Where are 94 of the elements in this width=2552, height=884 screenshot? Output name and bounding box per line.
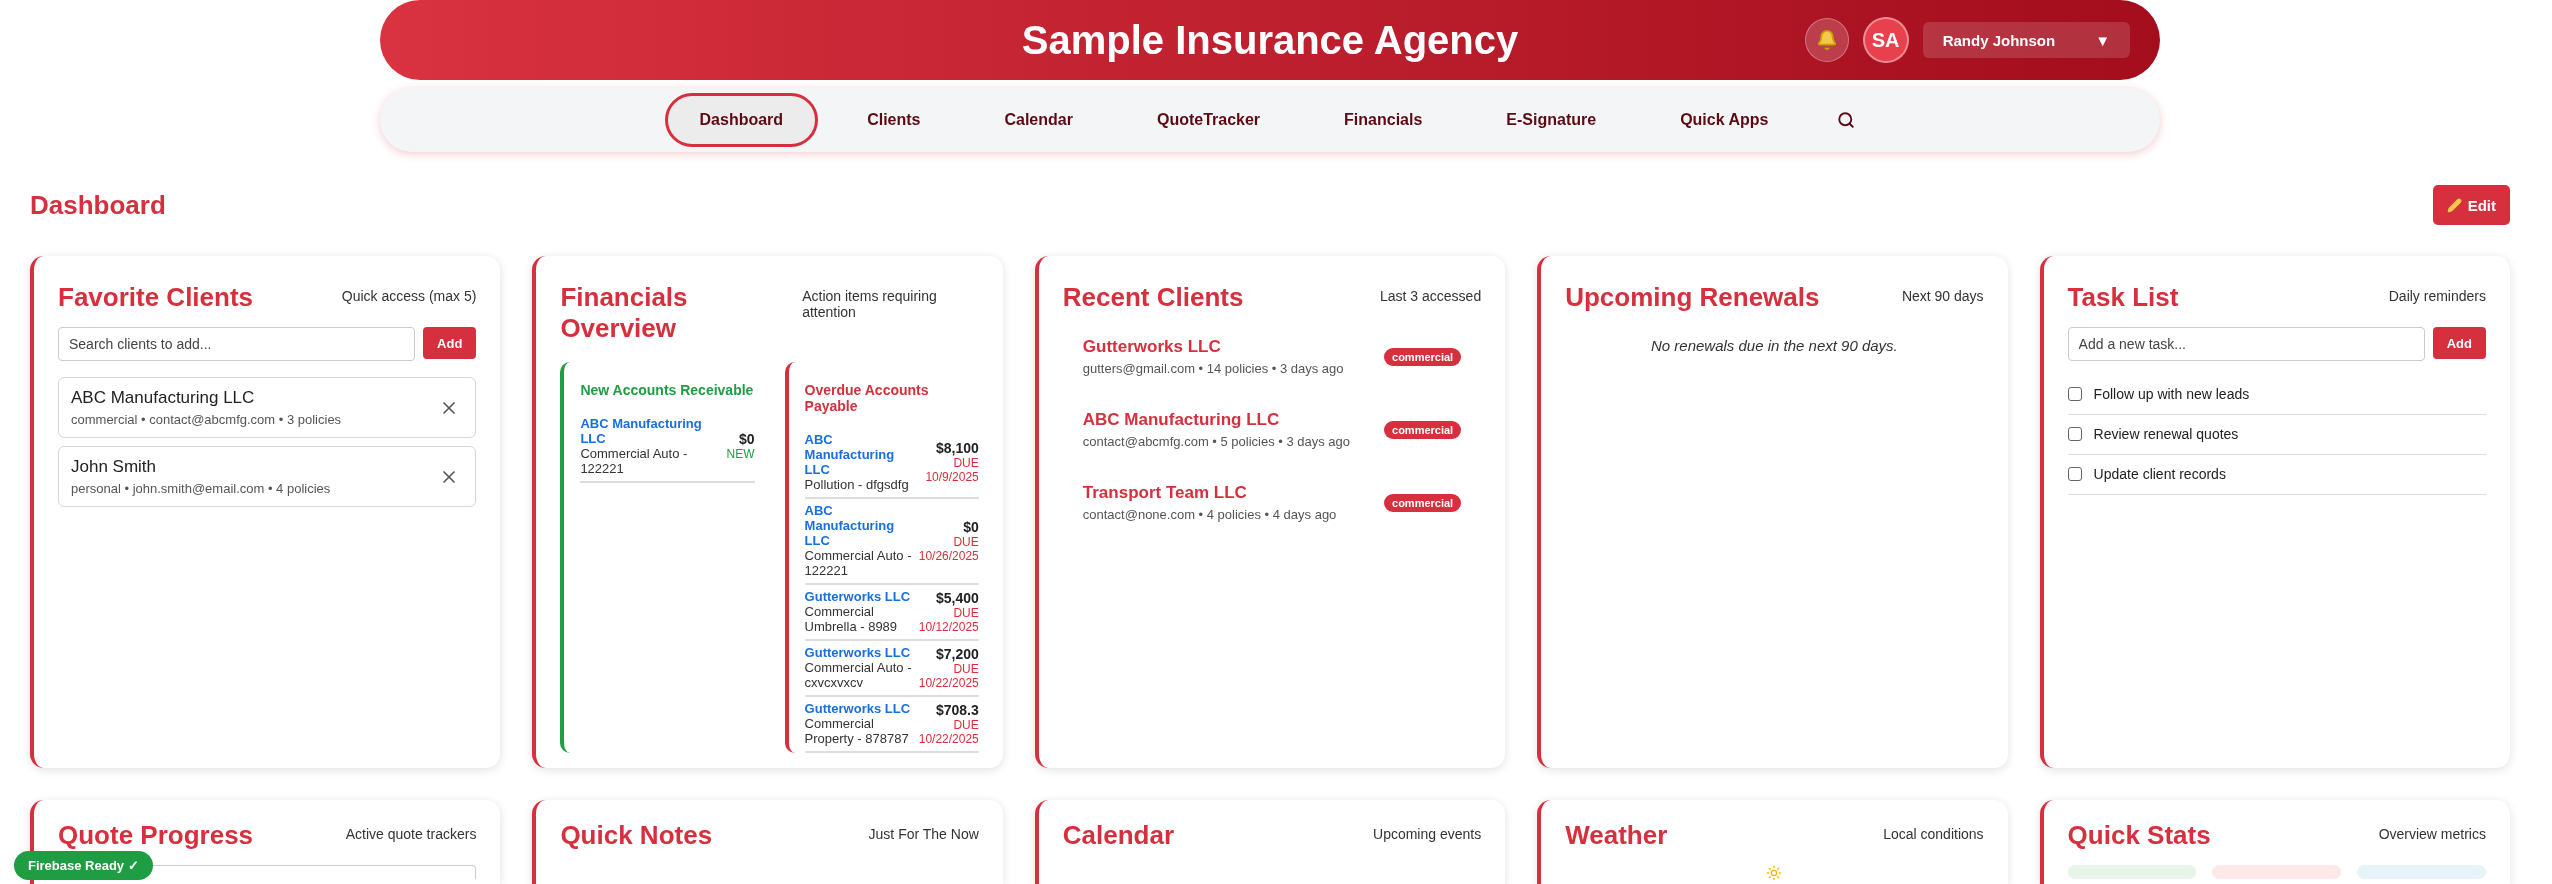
panel-title: New Accounts Receivable xyxy=(580,382,755,398)
client-link[interactable]: ABC Manufacturing LLC xyxy=(580,416,721,446)
card-subtitle: Upcoming events xyxy=(1373,826,1482,842)
add-button[interactable]: Add xyxy=(423,327,477,359)
nav-tab[interactable]: Financials xyxy=(1309,93,1458,147)
checkbox[interactable] xyxy=(2067,467,2082,481)
client-link[interactable]: ABC Manufacturing LLC xyxy=(804,503,913,548)
card-title: Calendar xyxy=(1062,820,1175,851)
client-link[interactable]: Gutterworks LLC xyxy=(804,701,913,716)
client-type-tag: commercial xyxy=(1384,347,1462,366)
amount: $7,200 xyxy=(935,645,979,662)
card-title: Favorite Clients xyxy=(58,282,254,313)
nav-tab[interactable]: QuoteTracker xyxy=(1121,93,1296,147)
client-link[interactable]: ABC Manufacturing LLC xyxy=(1082,410,1351,430)
card-title: Financials Overview xyxy=(560,282,689,344)
card-subtitle: Quick access (max 5) xyxy=(341,288,477,304)
status-text: NEW xyxy=(726,447,755,461)
favorite-client-item[interactable]: ABC Manufacturing LLC commercial • contact@abcmfg.com • 3 policies xyxy=(58,377,477,438)
client-name: John Smith xyxy=(71,457,158,477)
app-title: Sample Insurance Agency xyxy=(1021,17,1519,63)
due-date: 10/22/2025 xyxy=(918,731,979,746)
policy-text: Pollution - dfgsdfg xyxy=(804,477,910,492)
client-link[interactable]: Gutterworks LLC xyxy=(1082,337,1344,357)
amount: $5,400 xyxy=(935,589,979,606)
client-link[interactable]: Transport Team LLC xyxy=(1082,483,1337,503)
nav-tab[interactable]: Quick Apps xyxy=(1645,93,1804,147)
client-link[interactable]: Gutterworks LLC xyxy=(804,645,913,660)
card-subtitle: Last 3 accessed xyxy=(1380,288,1482,304)
nav-tab[interactable]: E-Signature xyxy=(1471,93,1632,147)
policy-text: Commercial Property - 878787 xyxy=(804,716,910,746)
client-link[interactable]: Gutterworks LLC xyxy=(804,589,913,604)
client-meta: personal • john.smith@email.com • 4 policies xyxy=(71,481,331,496)
card-title: Recent Clients xyxy=(1062,282,1244,313)
favorite-client-item[interactable]: John Smith personal • john.smith@email.com • 4 policies xyxy=(58,446,477,507)
policy-text: Commercial Umbrella - 8989 xyxy=(804,604,899,634)
due-date: 10/26/2025 xyxy=(918,548,979,563)
due-date: 10/9/2025 xyxy=(925,470,979,484)
add-button[interactable]: Add xyxy=(2432,327,2486,359)
card-title: Weather xyxy=(1565,820,1668,851)
client-type-tag: commercial xyxy=(1384,420,1462,439)
card-subtitle: Active quote trackers xyxy=(345,826,477,842)
policy-text: Commercial Auto - cxvcxvxcv xyxy=(804,660,913,690)
pencil-icon xyxy=(2446,197,2462,213)
status-text: DUE xyxy=(953,717,979,732)
task-label: Review renewal quotes xyxy=(2093,426,2239,442)
card-title: Task List xyxy=(2067,282,2179,313)
search-field[interactable]: Search clients to add... xyxy=(58,327,416,361)
nav-tab[interactable]: Dashboard xyxy=(664,93,819,147)
client-meta: gutters@gmail.com • 14 policies • 3 days ago xyxy=(1082,361,1344,376)
bell-icon xyxy=(1815,29,1838,51)
status-text: DUE xyxy=(953,661,979,676)
client-type-tag: commercial xyxy=(1384,493,1462,512)
amount: $0 xyxy=(739,431,755,447)
status-text: DUE xyxy=(953,605,979,620)
page-title: Dashboard xyxy=(30,189,166,221)
policy-text: Commercial Auto - 122221 xyxy=(804,548,913,578)
card-subtitle: Local conditions xyxy=(1883,826,1984,842)
policy-text: Commercial Auto - 122221 xyxy=(580,446,689,476)
due-date: 10/12/2025 xyxy=(918,619,979,634)
client-meta: contact@none.com • 4 policies • 4 days ago xyxy=(1082,507,1337,522)
client-name: ABC Manufacturing LLC xyxy=(71,388,256,408)
notification-button[interactable] xyxy=(1804,18,1849,62)
card-subtitle: Action items requiring attention xyxy=(802,288,938,320)
checkbox[interactable] xyxy=(2067,427,2082,441)
card-title: Upcoming Renewals xyxy=(1565,282,1820,313)
amount: $708.3 xyxy=(935,701,979,718)
client-meta: commercial • contact@abcmfg.com • 3 policies xyxy=(71,412,342,427)
card-title: Quick Notes xyxy=(560,820,713,851)
sun-icon xyxy=(1766,865,1783,881)
nav-tab[interactable]: Clients xyxy=(832,93,956,147)
card-subtitle: Daily reminders xyxy=(2388,288,2486,304)
client-meta: contact@abcmfg.com • 5 policies • 3 days ago xyxy=(1082,434,1351,449)
card-subtitle: Next 90 days xyxy=(1901,288,1984,304)
card-subtitle: Just For The Now xyxy=(868,826,979,842)
checkbox[interactable] xyxy=(2067,387,2082,401)
task-label: Follow up with new leads xyxy=(2093,386,2250,402)
empty-message: No renewals due in the next 90 days. xyxy=(1649,337,1899,354)
card-title: Quick Stats xyxy=(2067,820,2211,851)
client-link[interactable]: ABC Manufacturing LLC xyxy=(804,432,920,477)
amount: $8,100 xyxy=(935,440,979,456)
card-title: Quote Progress xyxy=(58,820,254,851)
status-toast: Firebase Ready ✓ xyxy=(14,851,153,880)
amount: $0 xyxy=(963,518,979,535)
card-subtitle: Overview metrics xyxy=(2378,826,2486,842)
status-text: DUE xyxy=(953,456,979,470)
user-menu-button[interactable]: Randy Johnson ▼ xyxy=(1922,22,2130,58)
task-label: Update client records xyxy=(2093,466,2226,482)
user-avatar[interactable]: SA xyxy=(1862,17,1909,63)
nav-tab[interactable]: Calendar xyxy=(969,93,1108,147)
panel-title: Overdue Accounts Payable xyxy=(804,382,930,414)
task-input[interactable]: Add a new task... xyxy=(2067,327,2425,361)
status-text: DUE xyxy=(953,534,979,549)
due-date: 10/22/2025 xyxy=(918,675,979,690)
edit-button[interactable]: Edit xyxy=(2432,185,2510,225)
